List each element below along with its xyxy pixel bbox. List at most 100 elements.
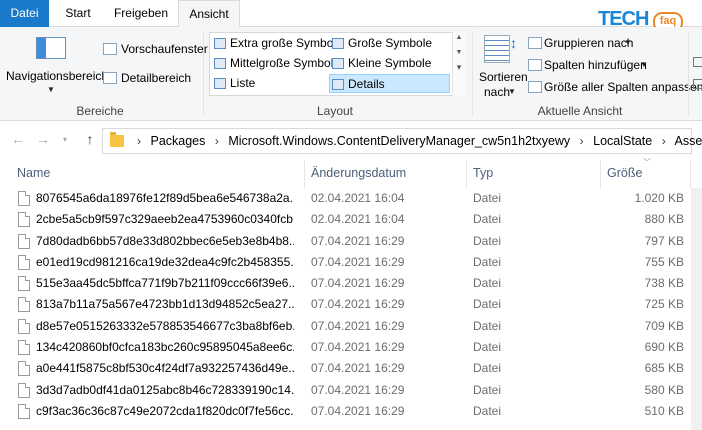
sort-by-button[interactable]: Sortieren <box>479 70 528 84</box>
tab-file[interactable]: Datei <box>0 0 49 27</box>
chevron-right-icon[interactable]: › <box>662 134 666 148</box>
expand-gallery-icon[interactable]: ▾ <box>453 62 465 73</box>
file-type: Datei <box>473 403 502 418</box>
large-icons-icon <box>332 38 344 49</box>
file-row[interactable]: 515e3aa45dc5bffca771f9b7b211f09ccc66f39e… <box>0 273 690 294</box>
layout-small-icons[interactable]: Kleine Symbole <box>330 54 450 73</box>
layout-item-label: Mittelgroße Symbole <box>230 56 341 70</box>
sort-by-icon[interactable] <box>484 35 510 63</box>
breadcrumb-item[interactable]: LocalState <box>593 134 652 148</box>
tab-share[interactable]: Freigeben <box>108 0 174 27</box>
file-row[interactable]: 8076545a6da18976fe12f89d5bea6e546738a2a.… <box>0 188 690 209</box>
file-name[interactable]: d8e57e0515263332e578853546677c3ba8bf6eb.… <box>36 319 294 333</box>
column-divider[interactable] <box>304 160 305 188</box>
up-arrow-icon[interactable]: ↑ <box>80 131 100 147</box>
file-date: 07.04.2021 16:29 <box>311 276 405 291</box>
scroll-down-icon[interactable]: ▼ <box>453 49 465 56</box>
column-header-type[interactable]: Typ <box>473 166 493 182</box>
forward-arrow-icon[interactable]: → <box>33 131 53 147</box>
details-pane-button[interactable]: Detailbereich <box>121 71 191 85</box>
group-divider <box>203 31 204 115</box>
file-name[interactable]: 3d3d7adb0df41da0125abc8b46c728339190c14.… <box>36 383 294 397</box>
breadcrumb-item[interactable]: Assets <box>675 134 702 148</box>
file-type: Datei <box>473 318 502 333</box>
file-name[interactable]: 813a7b11a75a567e4723bb1d13d94852c5ea27..… <box>36 297 294 311</box>
column-divider[interactable] <box>466 160 467 188</box>
file-row[interactable]: 813a7b11a75a567e4723bb1d13d94852c5ea27..… <box>0 294 690 315</box>
column-header-name[interactable]: Name <box>17 166 50 182</box>
file-row[interactable]: e01ed19cd981216ca19de32dea4c9fc2b458355.… <box>0 252 690 273</box>
file-name[interactable]: a0e441f5875c8bf530c4f24df7a932257436d49e… <box>36 361 294 375</box>
column-divider[interactable] <box>600 160 601 188</box>
file-row[interactable]: d8e57e0515263332e578853546677c3ba8bf6eb.… <box>0 316 690 337</box>
layout-extra-large-icons[interactable]: Extra große Symbole <box>212 34 343 53</box>
breadcrumb-item[interactable]: Packages <box>150 134 205 148</box>
file-row[interactable]: c9f3ac36c36c87c49e2072cda1f820dc0f7fe56c… <box>0 401 690 422</box>
file-name[interactable]: c9f3ac36c36c87c49e2072cda1f820dc0f7fe56c… <box>36 404 294 418</box>
fit-columns-button[interactable]: Größe aller Spalten anpassen <box>544 80 702 94</box>
chevron-right-icon[interactable]: › <box>137 134 141 148</box>
checkbox-icon[interactable] <box>693 57 702 67</box>
file-type: Datei <box>473 382 502 397</box>
scroll-up-icon[interactable]: ▲ <box>453 34 465 41</box>
file-name[interactable]: 515e3aa45dc5bffca771f9b7b211f09ccc66f39e… <box>36 276 294 290</box>
file-row[interactable]: 3d3d7adb0df41da0125abc8b46c728339190c14.… <box>0 380 690 401</box>
tab-view[interactable]: Ansicht <box>178 0 240 28</box>
layout-gallery-scroll[interactable]: ▲ ▼ ▾ <box>452 32 465 96</box>
tab-start[interactable]: Start <box>58 0 98 27</box>
chevron-down-icon[interactable]: ▼ <box>624 38 632 47</box>
layout-item-label: Details <box>348 77 385 91</box>
file-row[interactable]: 7d80dadb6bb57d8e33d802bbec6e5eb3e8b4b8..… <box>0 231 690 252</box>
file-type: Datei <box>473 361 502 376</box>
column-header-size[interactable]: Größe <box>607 166 642 182</box>
group-divider <box>688 31 689 115</box>
file-row[interactable]: 134c420860bf0cfca183bc260c95895045a8ee6c… <box>0 337 690 358</box>
chevron-down-icon[interactable]: ▼ <box>47 85 55 94</box>
extra-large-icons-icon <box>214 38 226 49</box>
file-name[interactable]: 8076545a6da18976fe12f89d5bea6e546738a2a.… <box>36 191 294 205</box>
layout-item-label: Liste <box>230 76 256 90</box>
navigation-pane-button[interactable]: Navigationsbereich <box>6 69 108 83</box>
file-name[interactable]: 7d80dadb6bb57d8e33d802bbec6e5eb3e8b4b8..… <box>36 234 294 248</box>
file-name[interactable]: 134c420860bf0cfca183bc260c95895045a8ee6c… <box>36 340 294 354</box>
group-label-layout: Layout <box>316 104 354 118</box>
group-divider <box>472 31 473 115</box>
chevron-down-icon[interactable]: ▼ <box>508 87 516 96</box>
group-by-icon <box>528 37 542 49</box>
file-row[interactable]: 2cbe5a5cb9f597c329aeeb2ea4753960c0340fcb… <box>0 209 690 230</box>
recent-locations-icon[interactable]: ▾ <box>55 135 75 144</box>
file-date: 07.04.2021 16:29 <box>311 233 405 248</box>
navigation-pane-icon[interactable] <box>36 37 66 59</box>
layout-large-icons[interactable]: Große Symbole <box>330 34 450 53</box>
preview-pane-icon <box>103 43 117 55</box>
sort-by-label-2[interactable]: nach <box>484 85 510 99</box>
add-columns-icon <box>528 59 542 71</box>
chevron-right-icon[interactable]: › <box>215 134 219 148</box>
file-date: 07.04.2021 16:29 <box>311 254 405 269</box>
file-name[interactable]: 2cbe5a5cb9f597c329aeeb2ea4753960c0340fcb… <box>36 212 294 226</box>
vertical-scrollbar[interactable] <box>691 188 702 430</box>
file-icon <box>18 254 30 270</box>
add-columns-button[interactable]: Spalten hinzufügen <box>544 58 647 72</box>
breadcrumb-item[interactable]: Microsoft.Windows.ContentDeliveryManager… <box>228 134 570 148</box>
layout-list[interactable]: Liste <box>212 74 322 93</box>
sort-descending-icon: ﹀ <box>643 158 651 167</box>
fit-columns-icon <box>528 81 542 93</box>
navigation-bar: ← → ▾ ↑ › Packages › Microsoft.Windows.C… <box>0 122 702 160</box>
layout-details[interactable]: Details <box>329 74 450 93</box>
file-row[interactable]: a0e441f5875c8bf530c4f24df7a932257436d49e… <box>0 358 690 379</box>
column-divider[interactable] <box>690 160 691 188</box>
file-size: 685 KB <box>644 361 684 376</box>
address-bar[interactable]: › Packages › Microsoft.Windows.ContentDe… <box>102 128 702 154</box>
file-date: 07.04.2021 16:29 <box>311 403 405 418</box>
file-icon <box>18 212 30 228</box>
column-header-date[interactable]: Änderungsdatum <box>311 166 406 182</box>
file-name[interactable]: e01ed19cd981216ca19de32dea4c9fc2b458355.… <box>36 255 294 269</box>
chevron-down-icon[interactable]: ▼ <box>640 60 648 69</box>
checkbox-icon[interactable] <box>693 79 702 89</box>
group-by-button[interactable]: Gruppieren nach <box>544 36 633 50</box>
preview-pane-button[interactable]: Vorschaufenster <box>121 42 208 56</box>
chevron-right-icon[interactable]: › <box>580 134 584 148</box>
layout-medium-icons[interactable]: Mittelgroße Symbole <box>212 54 340 73</box>
back-arrow-icon[interactable]: ← <box>8 131 28 147</box>
